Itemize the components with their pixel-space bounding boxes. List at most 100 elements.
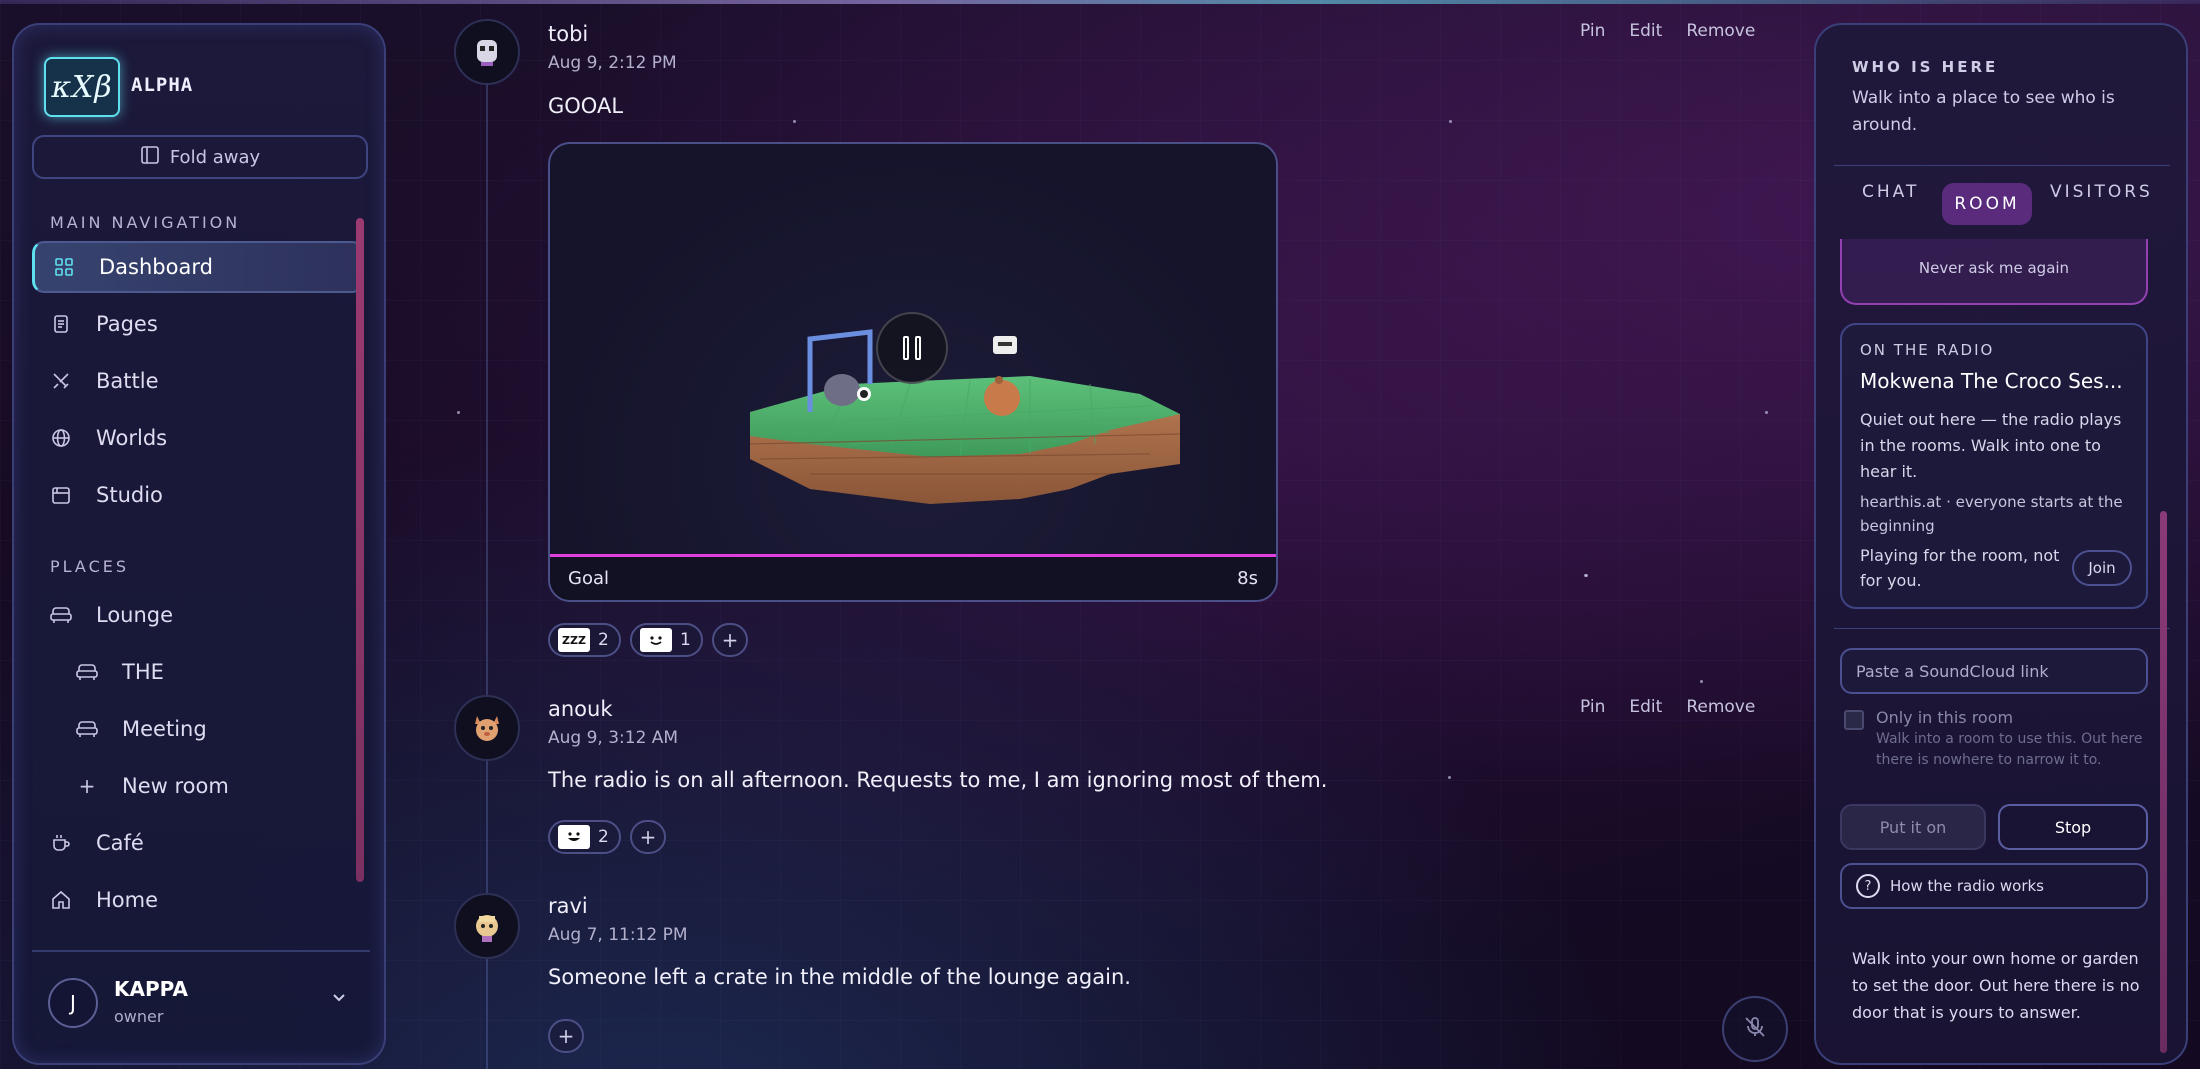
tab-chat[interactable]: CHAT [1862,182,1919,202]
nav-item-pages[interactable]: Pages [32,298,364,350]
nav-item-home[interactable]: Home [32,874,364,926]
reaction-count: 2 [598,630,609,650]
user-role: owner [114,1007,164,1026]
tab-visitors[interactable]: VISITORS [2050,182,2153,202]
put-it-on-button[interactable]: Put it on [1840,804,1986,850]
nav-item-studio[interactable]: Studio [32,469,364,521]
calendar-icon [50,484,72,506]
mute-button[interactable] [1722,996,1788,1062]
stop-button[interactable]: Stop [1998,804,2148,850]
sidebar-scrollbar[interactable] [356,218,364,882]
message-text: The radio is on all afternoon. Requests … [548,768,1328,792]
sofa-icon [76,661,98,683]
divider [32,950,370,952]
sofa-icon [50,604,72,626]
nav-label: Home [96,888,159,912]
nav-item-the[interactable]: THE [58,646,364,698]
fold-away-label: Fold away [169,146,261,168]
video-player[interactable]: Goal 8s [548,142,1278,602]
reaction-count: 2 [598,827,609,847]
grid-icon [53,256,75,278]
nav-item-meeting[interactable]: Meeting [58,703,364,755]
video-duration: 8s [1237,568,1258,589]
sidebar: κXβ ALPHA Fold away MAIN NAVIGATION Dash… [12,23,386,1065]
panel-scrollbar[interactable] [2160,511,2167,1053]
only-room-checkbox[interactable] [1844,710,1864,730]
add-reaction-button[interactable]: + [548,1019,584,1053]
message-author[interactable]: tobi [548,22,588,46]
nav-item-cafe[interactable]: Café [32,817,364,869]
message-author[interactable]: ravi [548,894,588,918]
radio-card: ON THE RADIO Mokwena The Croco Ses... Qu… [1840,323,2148,609]
smile-emoji-icon [640,628,672,652]
document-icon [50,313,72,335]
remove-button[interactable]: Remove [1686,697,1755,717]
chevron-down-icon[interactable] [332,991,346,1007]
globe-icon [50,427,72,449]
fold-away-button[interactable]: Fold away [32,135,368,179]
edit-button[interactable]: Edit [1629,697,1662,717]
right-panel: WHO IS HERE Walk into a place to see who… [1814,23,2188,1065]
avatar-tobi[interactable] [454,19,520,85]
how-radio-works-button[interactable]: ? How the radio works [1840,863,2148,909]
panel-title: WHO IS HERE [1852,58,1999,76]
message-actions: Pin Edit Remove [1580,21,1755,41]
video-caption: Goal [568,568,609,589]
pin-button[interactable]: Pin [1580,697,1605,717]
join-button[interactable]: Join [2072,550,2132,586]
nav-item-lounge[interactable]: Lounge [32,589,364,641]
reaction-zzz[interactable]: ZZZ 2 [548,623,621,657]
sofa-icon [76,718,98,740]
nav-label: THE [122,660,164,684]
message-actions: Pin Edit Remove [1580,697,1755,717]
star [1700,680,1703,683]
zzz-emoji-icon: ZZZ [558,628,590,652]
alpha-badge: ALPHA [131,74,194,96]
edit-button[interactable]: Edit [1629,21,1662,41]
message-text: GOOAL [548,94,624,118]
nav-label: Dashboard [99,255,213,279]
nav-item-dashboard[interactable]: Dashboard [32,241,364,293]
nav-item-worlds[interactable]: Worlds [32,412,364,464]
message-time: Aug 9, 3:12 AM [548,728,679,748]
main-nav-title: MAIN NAVIGATION [50,213,241,232]
message-author[interactable]: anouk [548,697,613,721]
radio-playing: Playing for the room, not for you. [1860,546,2060,590]
reaction-grin[interactable]: 2 [548,820,621,854]
star [1448,776,1451,779]
user-avatar[interactable]: J [48,978,98,1028]
nav-label: Battle [96,369,159,393]
swords-icon [50,370,72,392]
star [793,120,796,123]
tab-room[interactable]: ROOM [1942,183,2032,225]
only-room-label: Only in this room [1876,708,2014,727]
star [1584,574,1587,577]
reaction-smile[interactable]: 1 [630,623,703,657]
radio-body: Quiet out here — the radio plays in the … [1860,410,2122,481]
nav-label: Studio [96,483,163,507]
soundcloud-input[interactable] [1840,648,2148,694]
question-icon: ? [1856,874,1880,898]
remove-button[interactable]: Remove [1686,21,1755,41]
add-reaction-button[interactable]: + [630,820,666,854]
avatar-ravi[interactable] [454,893,520,959]
nav-label: Pages [96,312,158,336]
message-text: Someone left a crate in the middle of th… [548,965,1131,989]
pin-button[interactable]: Pin [1580,21,1605,41]
nav-item-battle[interactable]: Battle [32,355,364,407]
video-bar: Goal 8s [550,554,1276,600]
never-ask-button[interactable]: Never ask me again [1840,239,2148,305]
divider [1834,165,2170,166]
reaction-count: 1 [680,630,691,650]
mic-off-icon [1742,1014,1768,1044]
radio-source: hearthis.at · everyone starts at the beg… [1860,493,2123,535]
grin-emoji-icon [558,825,590,849]
star [1449,120,1452,123]
add-reaction-button[interactable]: + [712,623,748,657]
nav-item-new-room[interactable]: + New room [58,760,364,812]
app-logo[interactable]: κXβ [44,57,120,117]
nav-label: Lounge [96,603,174,627]
cup-icon [50,832,72,854]
avatar-anouk[interactable] [454,695,520,761]
pause-button[interactable] [876,312,948,384]
